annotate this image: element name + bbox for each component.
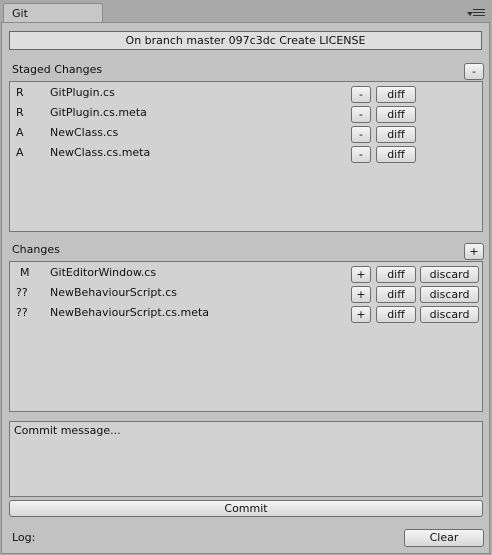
discard-button[interactable]: discard [420, 266, 479, 283]
file-status: R [16, 106, 24, 119]
file-status: R [16, 86, 24, 99]
changes-title: Changes [12, 243, 60, 256]
menu-icon[interactable] [467, 9, 485, 19]
tab-bar: Git [0, 0, 492, 23]
branch-info: On branch master 097c3dc Create LICENSE [9, 31, 482, 50]
unstage-button[interactable]: - [351, 86, 371, 103]
commit-message-input[interactable]: Commit message... [9, 421, 483, 497]
unstage-button[interactable]: - [351, 126, 371, 143]
diff-button[interactable]: diff [376, 286, 416, 303]
staged-row: R GitPlugin.cs - diff [10, 84, 482, 104]
discard-button[interactable]: discard [420, 306, 479, 323]
change-row: ?? NewBehaviourScript.cs + diff discard [10, 284, 482, 304]
file-name: NewBehaviourScript.cs [50, 286, 177, 299]
stage-button[interactable]: + [351, 286, 371, 303]
file-name: NewClass.cs.meta [50, 146, 151, 159]
stage-all-button[interactable]: + [464, 243, 484, 260]
file-status: A [16, 126, 24, 139]
log-label: Log: [12, 531, 36, 544]
file-name: GitPlugin.cs [50, 86, 115, 99]
diff-button[interactable]: diff [376, 86, 416, 103]
unstage-all-button[interactable]: - [464, 63, 484, 80]
change-row: ?? NewBehaviourScript.cs.meta + diff dis… [10, 304, 482, 324]
staged-row: R GitPlugin.cs.meta - diff [10, 104, 482, 124]
change-row: M GitEditorWindow.cs + diff discard [10, 264, 482, 284]
file-name: NewBehaviourScript.cs.meta [50, 306, 210, 319]
file-status: ?? [16, 286, 28, 299]
discard-button[interactable]: discard [420, 286, 479, 303]
clear-log-button[interactable]: Clear [404, 529, 484, 547]
stage-button[interactable]: + [351, 306, 371, 323]
staged-row: A NewClass.cs - diff [10, 124, 482, 144]
file-name: GitPlugin.cs.meta [50, 106, 147, 119]
file-name: GitEditorWindow.cs [50, 266, 157, 279]
staged-changes-title: Staged Changes [12, 63, 103, 76]
diff-button[interactable]: diff [376, 266, 416, 283]
diff-button[interactable]: diff [376, 106, 416, 123]
commit-button[interactable]: Commit [9, 500, 483, 517]
git-window: On branch master 097c3dc Create LICENSE … [1, 22, 490, 554]
staged-changes-list: R GitPlugin.cs - diff R GitPlugin.cs.met… [9, 81, 483, 232]
stage-button[interactable]: + [351, 266, 371, 283]
unstage-button[interactable]: - [351, 146, 371, 163]
diff-button[interactable]: diff [376, 306, 416, 323]
staged-row: A NewClass.cs.meta - diff [10, 144, 482, 164]
diff-button[interactable]: diff [376, 146, 416, 163]
file-status: ?? [16, 306, 28, 319]
changes-list: M GitEditorWindow.cs + diff discard ?? N… [9, 261, 483, 412]
file-status: M [20, 266, 30, 279]
file-name: NewClass.cs [50, 126, 119, 139]
file-status: A [16, 146, 24, 159]
diff-button[interactable]: diff [376, 126, 416, 143]
tab-git[interactable]: Git [3, 3, 103, 23]
unstage-button[interactable]: - [351, 106, 371, 123]
